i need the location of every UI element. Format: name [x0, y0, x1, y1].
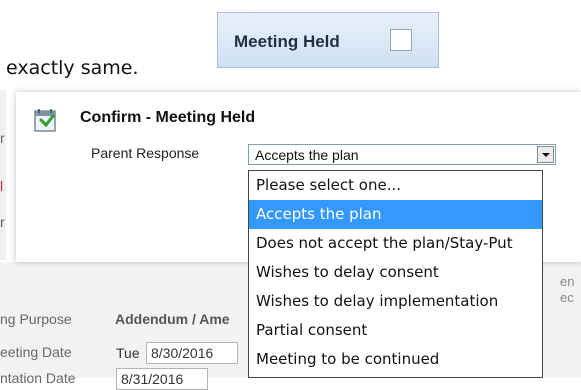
document-text: exactly same. [6, 57, 139, 79]
meeting-purpose-label: ng Purpose [0, 311, 72, 327]
background-stub-text: r [0, 214, 5, 230]
meeting-held-label: Meeting Held [234, 32, 340, 51]
calendar-check-icon [34, 109, 56, 132]
dialog-title: Confirm - Meeting Held [80, 109, 256, 126]
meeting-day: Tue [116, 345, 140, 361]
background-stub-text: l [0, 178, 4, 194]
parent-response-select[interactable]: Accepts the plan [248, 144, 556, 165]
background-stub-text: r [0, 130, 5, 146]
dropdown-option[interactable]: Accepts the plan [249, 200, 542, 229]
dropdown-option[interactable]: Please select one... [249, 171, 542, 200]
parent-response-selected-value: Accepts the plan [255, 147, 359, 163]
background-edge-text: en [560, 274, 575, 289]
dropdown-option[interactable]: Partial consent [249, 316, 542, 345]
dropdown-option[interactable]: Does not accept the plan/Stay-Put [249, 229, 542, 258]
meeting-date-input[interactable]: 8/30/2016 [146, 342, 238, 364]
implementation-date-input[interactable]: 8/31/2016 [116, 368, 208, 390]
dropdown-option[interactable]: Wishes to delay implementation [249, 287, 542, 316]
parent-response-label: Parent Response [91, 145, 200, 161]
dropdown-arrow-icon[interactable] [537, 146, 554, 163]
implementation-date-label: ntation Date [0, 370, 76, 386]
dropdown-option[interactable]: Meeting to be continued [249, 345, 542, 374]
parent-response-options: Please select one... Accepts the plan Do… [248, 170, 543, 378]
meeting-purpose-value: Addendum / Ame [115, 311, 230, 327]
dropdown-option[interactable]: Wishes to delay consent [249, 258, 542, 287]
background-page-edge [0, 90, 6, 260]
meeting-held-checkbox[interactable] [390, 29, 412, 51]
meeting-date-label: eeting Date [0, 344, 72, 360]
meeting-held-control[interactable]: Meeting Held [217, 12, 439, 68]
background-edge-text: ec [560, 290, 574, 305]
